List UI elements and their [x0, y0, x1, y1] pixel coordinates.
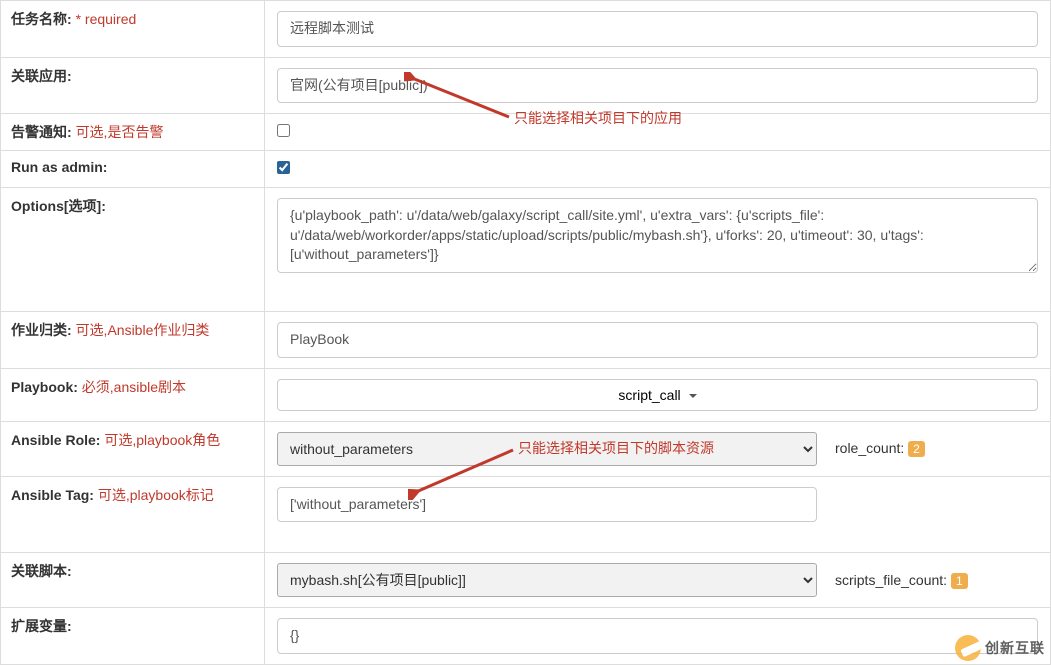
related-app-label: 关联应用: [11, 68, 72, 84]
task-name-label: 任务名称: [11, 11, 72, 27]
scripts-file-count-badge: 1 [951, 573, 968, 589]
playbook-dropdown-text: script_call [618, 387, 680, 403]
role-count-label: role_count: [835, 440, 904, 456]
brand-logo: 创新互联 [955, 635, 1045, 661]
caret-down-icon [689, 394, 697, 398]
ansible-role-select[interactable]: without_parameters [277, 432, 817, 466]
related-app-input[interactable] [277, 68, 1038, 104]
ansible-role-hint: 可选,playbook角色 [104, 432, 220, 448]
alert-checkbox[interactable] [277, 124, 290, 137]
run-as-admin-label: Run as admin: [11, 159, 107, 175]
playbook-label: Playbook: [11, 379, 78, 395]
task-name-required: * required [76, 11, 137, 27]
task-name-input[interactable] [277, 11, 1038, 47]
options-textarea[interactable] [277, 198, 1038, 273]
playbook-hint: 必须,ansible剧本 [82, 379, 186, 395]
ansible-tag-input[interactable] [277, 487, 817, 523]
brand-icon [955, 635, 981, 661]
related-script-select[interactable]: mybash.sh[公有项目[public]] [277, 563, 817, 597]
job-cat-label: 作业归类: [11, 322, 72, 338]
ansible-tag-label: Ansible Tag: [11, 487, 94, 503]
scripts-file-count-label: scripts_file_count: [835, 572, 947, 588]
job-cat-input[interactable] [277, 322, 1038, 358]
related-script-label: 关联脚本: [11, 563, 72, 579]
ansible-tag-hint: 可选,playbook标记 [98, 487, 214, 503]
ext-vars-input[interactable] [277, 618, 1038, 654]
alert-hint: 可选,是否告警 [76, 124, 164, 140]
brand-text: 创新互联 [985, 638, 1045, 658]
ext-vars-label: 扩展变量: [11, 618, 72, 634]
ansible-role-label: Ansible Role: [11, 432, 100, 448]
options-label: Options[选项]: [11, 198, 106, 214]
job-cat-hint: 可选,Ansible作业归类 [76, 322, 210, 338]
run-as-admin-checkbox[interactable] [277, 161, 290, 174]
role-count-badge: 2 [908, 441, 925, 457]
alert-label: 告警通知: [11, 124, 72, 140]
playbook-dropdown[interactable]: script_call [277, 379, 1038, 411]
